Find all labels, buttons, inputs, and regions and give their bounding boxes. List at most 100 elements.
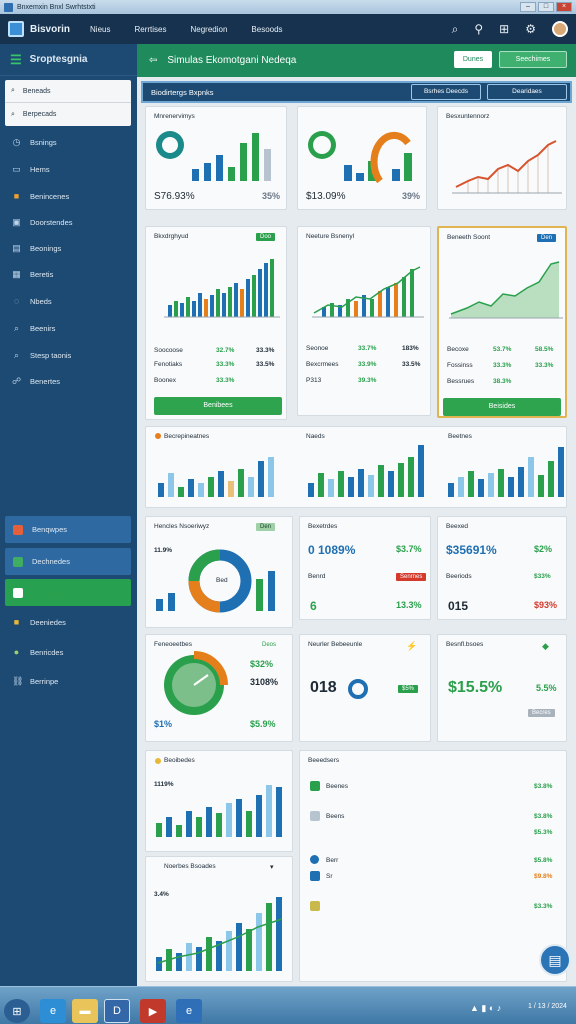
bar-charts [155,433,564,497]
donut-card[interactable]: Hencles Nsoeriwyz Den 11.9% Bed [145,516,293,628]
sidebar-item-label: Beenirs [30,323,56,333]
sidebar-item[interactable]: ◷ Bsnings [0,131,137,153]
search-label: Berpecads [22,111,57,118]
nav-link[interactable]: Negredion [190,25,227,34]
sidebar-item[interactable]: ■ Deeniedes [0,611,137,633]
metric-card[interactable]: Bkxdrghyud Doo Soocoose 32.7% 33.3% Feno… [145,226,287,420]
start-button[interactable]: ⊞ [4,999,30,1023]
table-cell: Boonex [154,377,177,384]
bar [252,133,259,181]
metric-card-highlighted[interactable]: Beneeth Soont Den Becoxe 53.7% 58.5% Fos… [437,226,567,418]
card-tag[interactable]: Doo [256,233,276,241]
line-chart-card[interactable]: Besxuntennorz [437,106,567,210]
nav-link[interactable]: Besoods [251,25,282,34]
menu-icon[interactable]: ☰ [10,52,22,68]
sidebar-item[interactable]: ▦ Beretis [0,263,137,285]
table-cell: Fossinss [447,362,473,369]
search-label: Beneads [22,87,51,95]
stat-card[interactable]: Besnfl.bsoes ◆ $15.5% 5.5% Becres [437,634,567,742]
sidebar-item[interactable]: ▤ Beonings [0,237,137,259]
sidebar-item[interactable]: ▭ Hems [0,158,137,180]
table-cell: Bessrues [447,378,475,385]
kpi-card[interactable]: $13.09% 39% [297,106,427,210]
settings-icon[interactable]: ⚙ [525,22,536,36]
search-icon[interactable]: ⌕ [452,22,459,37]
bar [392,169,400,181]
search-icon: ⌕ [11,87,15,94]
globe-icon: ● [13,647,20,657]
sidebar-item[interactable]: ■ Benincenes [0,185,137,207]
section-bar: Biodirtergs Bxpnks Bsrhes Deecds Dearida… [141,81,572,103]
back-icon[interactable]: ⇦ [149,55,157,66]
avatar[interactable] [552,21,568,37]
sidebar-item-label: Benricdes [30,647,64,657]
sidebar-block-item[interactable]: Benqwpes [5,516,131,543]
kpi-percent: 39% [402,191,421,201]
sidebar-item[interactable]: ☍ Benertes [0,370,137,392]
sidebar: ☰ Sroptesgnia ⌕ Beneads ⌕ Berpecads ◷ Bsning… [0,44,137,986]
sidebar-item[interactable]: ⌕ Beenirs [0,317,137,339]
table-cell: 33.3% [216,361,235,368]
kpi-card[interactable]: Mnrenervimys S76.93% 35% [145,106,287,210]
sidebar-header: ☰ Sroptesgnia [0,44,137,76]
table-cell: 32.7% [216,347,235,354]
bar-chart-card[interactable]: Becrepineatnes Naeds Beetnes [145,426,567,508]
sidebar-block-item[interactable]: Dechnedes [5,548,131,575]
stat-card[interactable]: Beexed $35691% $2% Beeriods $33% 015 $93… [437,516,567,620]
minimize-button[interactable]: – [520,2,536,12]
card-title: Neeture Bsnenyl [306,233,355,240]
header-dropdown[interactable]: Seechimes [499,51,567,68]
clock-text[interactable]: 1 / 13 / 2024 [528,1003,567,1010]
stat-card[interactable]: Neurler Bebeeunle ⚡ 018 $5% [299,634,431,742]
square-icon [13,587,23,598]
card-button[interactable]: Beisides [443,398,561,416]
list-label: Beenes [326,783,349,790]
table-cell: 38.3% [493,378,512,385]
app-icon[interactable]: D [104,999,130,1023]
maximize-button[interactable]: □ [538,2,554,12]
media-icon[interactable]: ▶ [140,999,166,1023]
nav-link[interactable]: Nieus [90,25,110,34]
sidebar-item-label: Stesp taonis [30,350,72,360]
sidebar-item-label: Bsnings [30,137,57,147]
sidebar-item[interactable]: ⌕ Stesp taonis [0,344,137,366]
stat-percent: $32% [250,659,274,669]
sidebar-item-label: Doorstendes [30,217,73,227]
stat-value: 018 [310,679,337,696]
search-row[interactable]: ⌕ Beneads [5,80,131,103]
gauge-card[interactable]: Feneoeetbes Deos $32% 3108% $1% $5.9% [145,634,293,742]
sidebar-item[interactable]: ◌ Nbeds [0,290,137,312]
card-button[interactable]: Benibees [154,397,282,415]
list-card[interactable]: Beeedsers Beenes $3.8% Beens $3.8% $5.3% B… [299,750,567,982]
legend-swatch [310,901,320,911]
search-row[interactable]: ⌕ Berpecads [5,103,131,126]
sidebar-block-item-active[interactable]: Bexerfanies [5,579,131,606]
combo-chart-card[interactable]: Noerbes Bsoades ▾ 3.4% [145,856,293,982]
grid-icon[interactable]: ⊞ [499,22,509,36]
close-button[interactable]: × [556,2,572,12]
legend-swatch [310,871,320,881]
bar [240,143,247,181]
search-alt-icon[interactable]: ⚲ [474,22,483,36]
table-cell: 33.5% [256,361,275,368]
bar-chart-card[interactable]: Beoibedes 1119% [145,750,293,852]
section-pill[interactable]: Dearidaes [487,84,567,100]
browser-icon[interactable]: e [40,999,66,1023]
chat-fab-button[interactable]: ▤ [539,944,571,976]
list-value: $5.3% [534,829,553,836]
bar [216,155,223,181]
folder-icon[interactable]: ▬ [72,999,98,1023]
tray-icons[interactable]: ▲ ▮ ◐ ♪ [470,1003,501,1014]
table-cell: 183% [402,345,419,352]
stat-card[interactable]: Bexetrdes 0 1089% $3.7% Benrd Senrnes 6 … [299,516,431,620]
header-button[interactable]: Dunes [454,51,492,68]
edge-icon[interactable]: e [176,999,202,1023]
metric-card[interactable]: Neeture Bsnenyl Seonoe 33.7% 183% Bexcrm… [297,226,431,416]
sidebar-item[interactable]: ⛓ Berrinpe [0,670,137,692]
nav-link[interactable]: Rerrtises [134,25,166,34]
sidebar-item[interactable]: ▣ Doorstendes [0,211,137,233]
sidebar-item[interactable]: ● Benricdes [0,641,137,663]
section-pill[interactable]: Bsrhes Deecds [411,84,481,100]
card-tag[interactable]: Den [537,234,557,242]
button-label: Benibees [203,402,233,409]
